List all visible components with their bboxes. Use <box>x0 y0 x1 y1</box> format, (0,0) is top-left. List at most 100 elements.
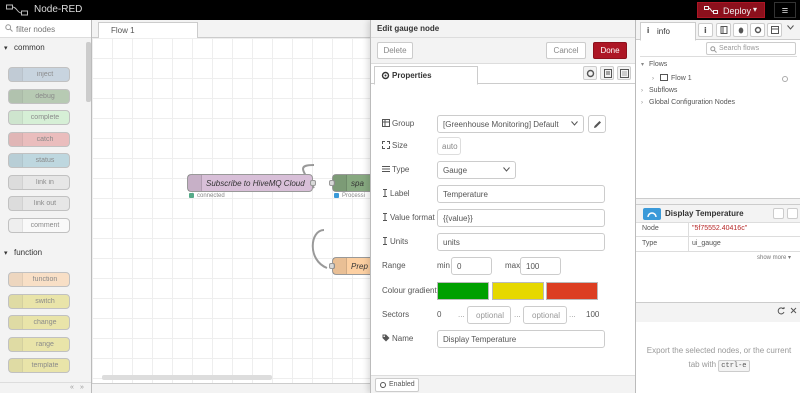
deploy-button[interactable]: Deploy ▾ <box>697 2 765 18</box>
output-port[interactable] <box>310 180 316 186</box>
config-gear-icon[interactable] <box>750 23 765 37</box>
size-button[interactable]: auto <box>437 137 461 155</box>
gradient-color-1[interactable] <box>437 282 489 300</box>
tab-info[interactable]: i info <box>640 22 696 41</box>
function-node[interactable]: Prep <box>329 257 370 275</box>
label-input[interactable]: Temperature <box>437 185 605 203</box>
tray-header: Edit gauge node <box>371 20 636 38</box>
max-input[interactable]: 100 <box>520 257 561 275</box>
context-data-icon[interactable] <box>767 23 782 37</box>
done-button[interactable]: Done <box>593 42 627 59</box>
units-label: Units <box>390 237 409 246</box>
palette-filter-input[interactable] <box>16 22 84 36</box>
units-value: units <box>443 238 460 247</box>
flow-canvas[interactable]: Subscribe to HiveMQ Cloud connected spa … <box>92 38 370 383</box>
palette-node-range[interactable]: range <box>8 336 70 352</box>
appearance-tab-icon[interactable] <box>617 66 631 80</box>
close-icon[interactable] <box>790 307 797 314</box>
palette-node-label: link in <box>36 178 54 186</box>
sidebar-divider[interactable] <box>636 198 800 205</box>
sidebar: i info i Search flows ▾ Flows › Flow 1 › Su… <box>635 20 800 393</box>
svg-text:i: i <box>704 26 707 34</box>
palette-node-inject[interactable]: inject <box>8 67 70 82</box>
tab-properties[interactable]: Properties <box>374 66 478 85</box>
delete-button[interactable]: Delete <box>377 42 413 59</box>
node-status: Processi <box>334 193 365 199</box>
settings-tab-icon[interactable] <box>583 66 597 80</box>
tree-subflows-label: Subflows <box>649 87 678 94</box>
prop-value[interactable]: "5f75552.40416c" <box>692 225 747 232</box>
search-flows-input[interactable]: Search flows <box>706 42 796 55</box>
palette-node-link-out[interactable]: link out <box>8 196 70 211</box>
edit-group-button[interactable] <box>588 115 606 133</box>
node-search-icon[interactable] <box>787 208 798 219</box>
tree-subflows[interactable]: › Subflows <box>641 87 677 94</box>
palette-node-link-in[interactable]: link in <box>8 174 70 190</box>
palette-node-switch[interactable]: switch <box>8 293 70 309</box>
max-value: 100 <box>526 262 540 271</box>
sectors-ellipsis-2: ... <box>514 310 521 319</box>
palette-node-complete[interactable]: complete <box>8 110 70 125</box>
palette-node-comment[interactable]: comment <box>8 217 70 233</box>
show-more-link[interactable]: show more ▾ <box>757 254 791 261</box>
tab-flow-1[interactable]: Flow 1 <box>98 22 198 38</box>
palette-node-debug[interactable]: debug <box>8 88 70 104</box>
tree-global-config[interactable]: › Global Configuration Nodes <box>641 99 735 106</box>
refresh-icon[interactable] <box>777 307 785 315</box>
tree-flows[interactable]: ▾ Flows <box>641 61 667 68</box>
node-link-icon[interactable] <box>773 208 784 219</box>
cancel-button[interactable]: Cancel <box>546 42 586 59</box>
workspace-footer <box>92 383 370 393</box>
palette-node-status[interactable]: status <box>8 153 70 168</box>
min-input[interactable]: 0 <box>451 257 492 275</box>
palette-node-label: debug <box>35 92 55 100</box>
palette-node-label: link out <box>33 200 57 207</box>
palette-node-catch[interactable]: catch <box>8 131 70 147</box>
node-type-icon <box>9 175 23 189</box>
type-select[interactable]: Gauge <box>437 161 516 179</box>
size-label: Size <box>392 141 408 150</box>
deploy-icon <box>704 6 718 14</box>
units-input[interactable]: units <box>437 233 605 251</box>
palette-node-change[interactable]: change <box>8 315 70 330</box>
gradient-color-2[interactable] <box>492 282 544 300</box>
enabled-toggle[interactable]: Enabled <box>375 378 419 392</box>
value-format-input[interactable]: {{value}} <box>437 209 605 227</box>
palette-node-function[interactable]: function <box>8 272 70 287</box>
sidebar-menu-icon[interactable] <box>784 23 797 37</box>
help-tab-icon[interactable]: i <box>698 23 713 37</box>
name-input[interactable]: Display Temperature <box>437 330 605 348</box>
category-label: common <box>14 43 45 52</box>
sidebar-tabs: i info i <box>636 20 800 41</box>
group-select[interactable]: [Greenhouse Monitoring] Default <box>437 115 584 133</box>
pencil-icon <box>594 121 601 128</box>
palette-category-common[interactable]: ▾ common <box>0 40 91 56</box>
palette-scrollbar[interactable] <box>86 42 91 102</box>
deploy-dropdown-icon[interactable]: ▾ <box>753 5 757 14</box>
gauge-node-icon <box>643 208 661 220</box>
palette-footer: « » <box>0 382 91 393</box>
main-menu-icon[interactable]: ≡ <box>774 2 796 18</box>
book-icon[interactable] <box>716 23 731 37</box>
node-type-icon <box>9 218 23 232</box>
palette-node-template[interactable]: template <box>8 358 70 373</box>
min-value: 0 <box>457 262 462 271</box>
sector-2-input[interactable]: optional <box>523 306 567 324</box>
split-node[interactable]: spa <box>329 174 370 192</box>
mqtt-in-node[interactable]: Subscribe to HiveMQ Cloud <box>187 174 316 192</box>
prop-value: ui_gauge <box>692 240 721 247</box>
tips-panel: Export the selected nodes, or the curren… <box>636 322 800 393</box>
tree-flow-1[interactable]: › Flow 1 <box>652 74 692 82</box>
horizontal-scrollbar[interactable] <box>102 375 272 380</box>
node-info-title: Display Temperature <box>665 209 744 218</box>
palette-category-function[interactable]: ▾ function <box>0 245 91 261</box>
sector-1-input[interactable]: optional <box>467 306 511 324</box>
chevron-down-icon: ▾ <box>4 45 8 52</box>
expand-all-icon[interactable]: » <box>80 384 84 391</box>
gradient-color-3[interactable] <box>546 282 598 300</box>
description-tab-icon[interactable] <box>600 66 614 80</box>
palette-node-label: comment <box>30 221 60 229</box>
debug-bug-icon[interactable] <box>733 23 748 37</box>
label-value: Temperature <box>443 190 488 199</box>
collapse-all-icon[interactable]: « <box>70 384 74 391</box>
